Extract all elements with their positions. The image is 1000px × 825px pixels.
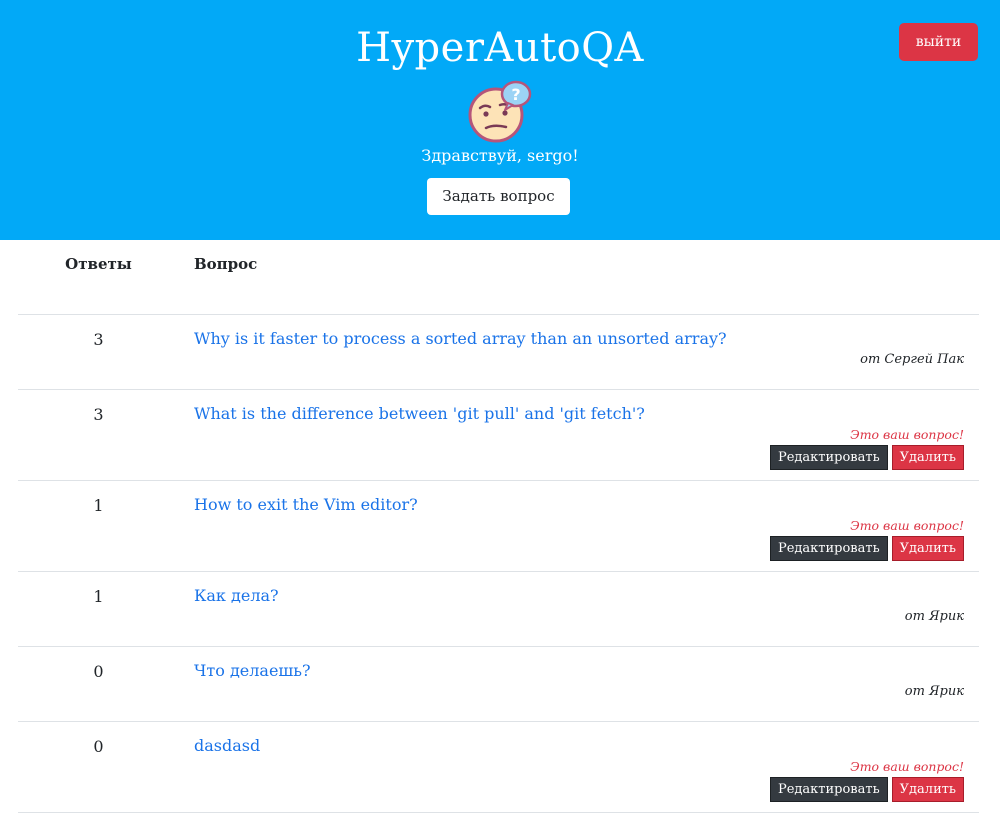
answer-count: 1	[93, 587, 104, 606]
delete-button[interactable]: Удалить	[891, 777, 964, 802]
confused-face-icon: ?	[466, 78, 534, 146]
table-row: 0 Что делаешь? от Ярик	[18, 647, 979, 722]
answer-count: 3	[93, 330, 104, 349]
question-link[interactable]: dasdasd	[194, 735, 260, 757]
row-actions: Редактировать Удалить	[769, 445, 964, 470]
avatar-svg: ?	[468, 80, 532, 143]
delete-button[interactable]: Удалить	[891, 536, 964, 561]
edit-button[interactable]: Редактировать	[769, 445, 888, 470]
edit-button[interactable]: Редактировать	[769, 777, 888, 802]
column-header-answers: Ответы	[65, 255, 132, 273]
own-question-note: Это ваш вопрос!	[850, 759, 964, 774]
site-title: HyperAutoQA	[356, 25, 644, 71]
question-link[interactable]: Как дела?	[194, 585, 279, 607]
answer-count: 0	[93, 737, 104, 756]
table-row: 3 What is the difference between 'git pu…	[18, 390, 979, 481]
column-header-question: Вопрос	[194, 255, 258, 273]
table-row: 3 Why is it faster to process a sorted a…	[18, 315, 979, 390]
question-link[interactable]: Что делаешь?	[194, 660, 311, 682]
greeting-text: Здравствуй, sergo!	[421, 146, 579, 165]
question-author: от Сергей Пак	[860, 352, 964, 367]
question-link[interactable]: Why is it faster to process a sorted arr…	[194, 328, 727, 350]
table-header: Ответы Вопрос	[18, 240, 979, 315]
questions-table: Ответы Вопрос 3 Why is it faster to proc…	[18, 240, 979, 813]
table-row: 1 How to exit the Vim editor? Это ваш во…	[18, 481, 979, 572]
table-row: 0 dasdasd Это ваш вопрос! Редактировать …	[18, 722, 979, 813]
header: HyperAutoQA выйти ? Здравствуй, sergo! З…	[0, 0, 1000, 240]
answer-count: 0	[93, 662, 104, 681]
answer-count: 1	[93, 496, 104, 515]
question-link[interactable]: How to exit the Vim editor?	[194, 494, 418, 516]
own-question-note: Это ваш вопрос!	[850, 427, 964, 442]
question-author: от Ярик	[904, 609, 964, 624]
row-actions: Редактировать Удалить	[769, 536, 964, 561]
logout-button[interactable]: выйти	[899, 23, 978, 61]
own-question-note: Это ваш вопрос!	[850, 518, 964, 533]
svg-text:?: ?	[511, 85, 520, 104]
ask-question-button[interactable]: Задать вопрос	[427, 178, 570, 215]
answer-count: 3	[93, 405, 104, 424]
row-actions: Редактировать Удалить	[769, 777, 964, 802]
edit-button[interactable]: Редактировать	[769, 536, 888, 561]
delete-button[interactable]: Удалить	[891, 445, 964, 470]
question-author: от Ярик	[904, 684, 964, 699]
table-row: 1 Как дела? от Ярик	[18, 572, 979, 647]
question-link[interactable]: What is the difference between 'git pull…	[194, 403, 645, 425]
